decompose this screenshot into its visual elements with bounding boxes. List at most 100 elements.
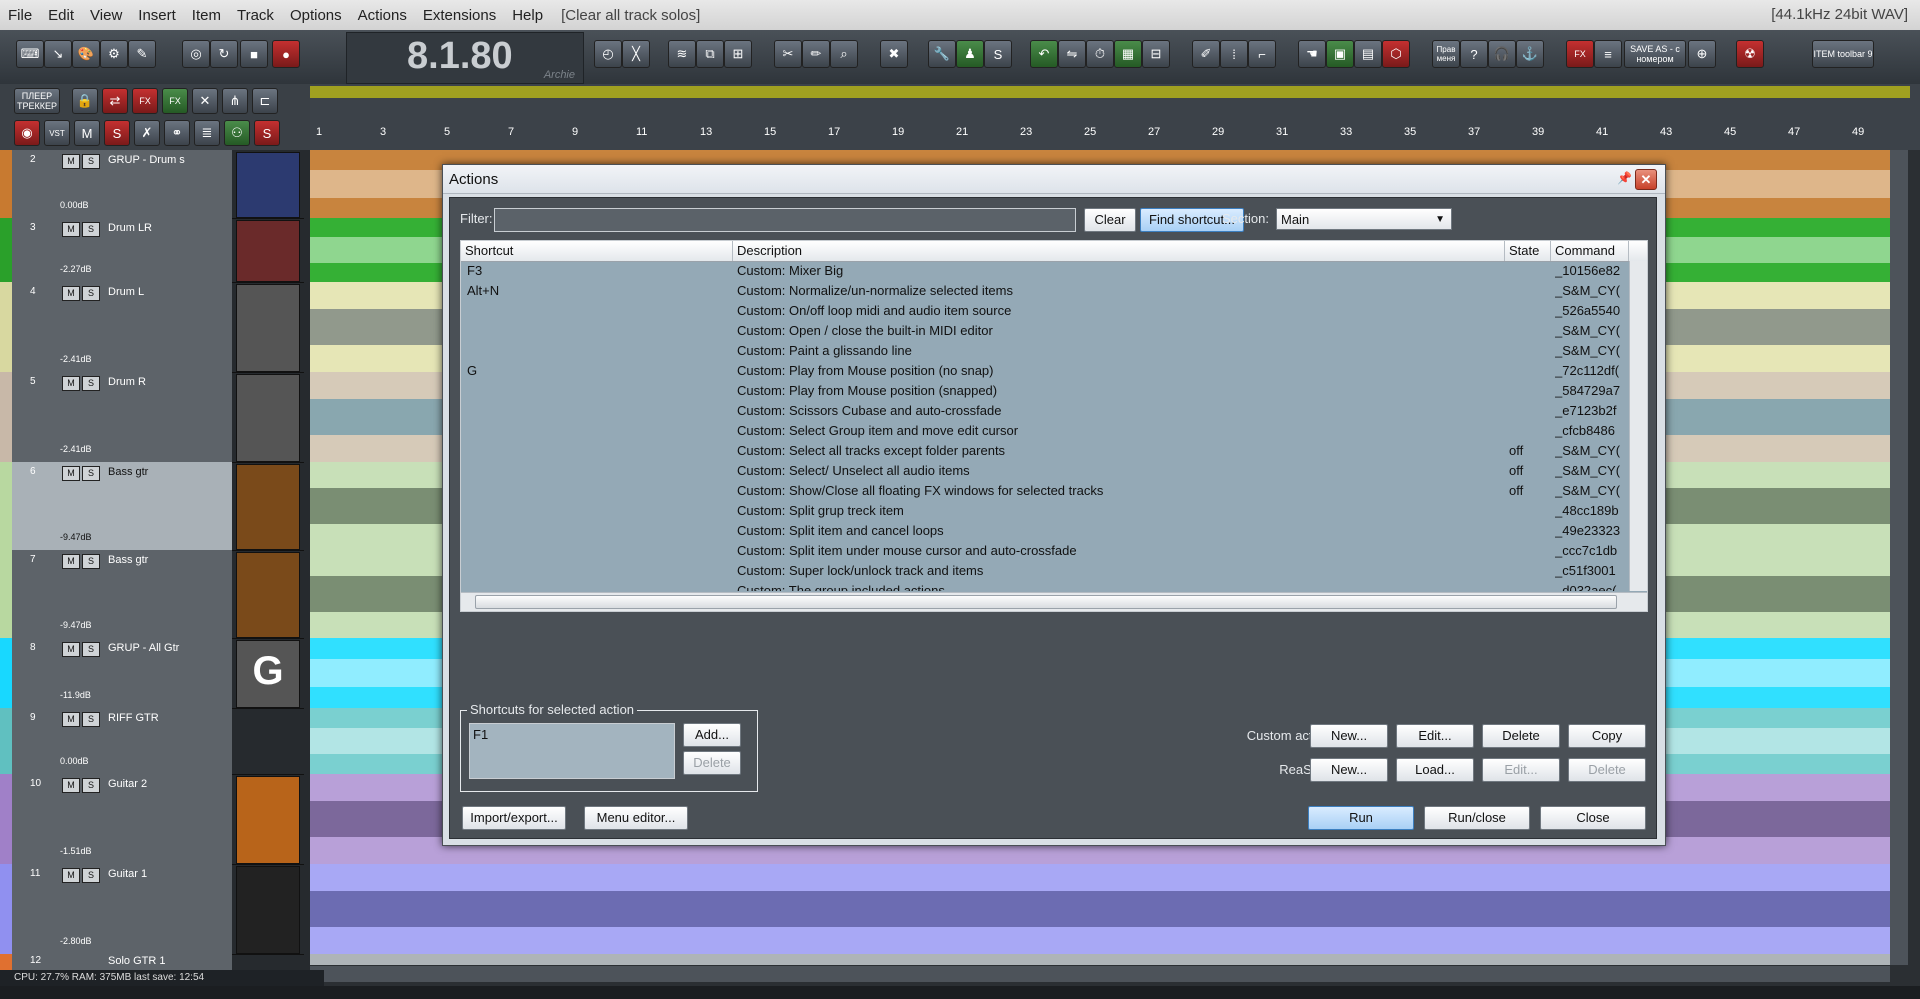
mute-button[interactable]: M bbox=[62, 466, 80, 481]
action-row[interactable]: Custom: Play from Mouse position (snappe… bbox=[461, 381, 1629, 401]
action-row[interactable]: Custom: Select/ Unselect all audio items… bbox=[461, 461, 1629, 481]
brush-icon[interactable]: ✐ bbox=[1192, 40, 1220, 68]
fx-bypass-icon[interactable]: FX bbox=[1566, 40, 1594, 68]
action-row[interactable]: Custom: Split grup treck item _48cc189b bbox=[461, 501, 1629, 521]
track-header[interactable]: 4 M S Drum L -2.41dB bbox=[0, 282, 304, 373]
column-state[interactable]: State bbox=[1505, 241, 1551, 261]
track-name[interactable]: GRUP - Drum s bbox=[108, 154, 198, 166]
pencil-icon[interactable]: ✏ bbox=[802, 40, 830, 68]
track-header[interactable]: 2 M S GRUP - Drum s 0.00dB bbox=[0, 150, 304, 219]
route-icon[interactable]: ↘ bbox=[44, 40, 72, 68]
cross-icon[interactable]: ✕ bbox=[192, 88, 218, 114]
solo-button[interactable]: S bbox=[82, 376, 100, 391]
mute-cross-icon[interactable]: ✗ bbox=[134, 120, 160, 146]
palette-icon[interactable]: 🎨 bbox=[72, 40, 100, 68]
track-name[interactable]: Guitar 1 bbox=[108, 868, 198, 880]
column-command[interactable]: Command bbox=[1551, 241, 1629, 261]
solo-button[interactable]: S bbox=[82, 642, 100, 657]
track-header[interactable]: 12 Solo GTR 1 bbox=[0, 954, 304, 971]
track-name[interactable]: Bass gtr bbox=[108, 554, 198, 566]
filter-input[interactable] bbox=[494, 208, 1076, 232]
action-row[interactable]: F3 Custom: Mixer Big _10156e82 bbox=[461, 261, 1629, 281]
metronome-icon[interactable]: ◴ bbox=[594, 40, 622, 68]
action-row[interactable]: Custom: Show/Close all floating FX windo… bbox=[461, 481, 1629, 501]
marker-icon[interactable]: ⊟ bbox=[1142, 40, 1170, 68]
solo-button[interactable]: S bbox=[82, 286, 100, 301]
menu-insert[interactable]: Insert bbox=[130, 7, 184, 24]
wrench-tool-icon[interactable]: 🔧 bbox=[928, 40, 956, 68]
action-row[interactable]: Custom: Split item and cancel loops _49e2… bbox=[461, 521, 1629, 541]
mute-button[interactable]: M bbox=[62, 286, 80, 301]
env-icon[interactable]: ≣ bbox=[194, 120, 220, 146]
track-name[interactable]: Solo GTR 1 bbox=[108, 955, 198, 967]
loop-strip[interactable] bbox=[310, 86, 1910, 98]
solo-button[interactable]: S bbox=[82, 868, 100, 883]
ripple-icon[interactable]: ≋ bbox=[668, 40, 696, 68]
render-icon[interactable]: ⊕ bbox=[1688, 40, 1716, 68]
player-tracker-button[interactable]: ПЛЕЕР ТРЕККЕР bbox=[14, 88, 60, 114]
action-row[interactable]: Alt+N Custom: Normalize/un-normalize sele… bbox=[461, 281, 1629, 301]
glue-icon[interactable]: ⧉ bbox=[696, 40, 724, 68]
dots-grid-icon[interactable]: ⁞ bbox=[1220, 40, 1248, 68]
midi-icon[interactable]: M bbox=[74, 120, 100, 146]
solo-button[interactable]: S bbox=[82, 554, 100, 569]
action-row[interactable]: Custom: On/off loop midi and audio item … bbox=[461, 301, 1629, 321]
shortcut-entry[interactable]: F1 bbox=[473, 727, 488, 742]
item-toolbar-button[interactable]: ITEM toolbar 9 bbox=[1812, 40, 1874, 68]
drum-icon[interactable]: ◎ bbox=[182, 40, 210, 68]
mute-button[interactable]: M bbox=[62, 222, 80, 237]
column-description[interactable]: Description bbox=[733, 241, 1505, 261]
arrange-horizontal-scrollbar[interactable] bbox=[310, 966, 1890, 982]
custom-delete-button[interactable]: Delete bbox=[1482, 724, 1560, 748]
clear-solos-menu[interactable]: [Clear all track solos] bbox=[551, 7, 710, 24]
vsti-icon[interactable]: VST bbox=[44, 120, 70, 146]
fx-icon[interactable]: FX bbox=[132, 88, 158, 114]
mute-button[interactable]: M bbox=[62, 554, 80, 569]
menu-options[interactable]: Options bbox=[282, 7, 350, 24]
scroll-thumb[interactable] bbox=[475, 595, 1617, 609]
reascript-delete-button[interactable]: Delete bbox=[1568, 758, 1646, 782]
reascript-new-button[interactable]: New... bbox=[1310, 758, 1388, 782]
grid-icon[interactable]: ╳ bbox=[622, 40, 650, 68]
shortcut-list[interactable]: F1 bbox=[469, 723, 675, 779]
anchor-icon[interactable]: ⚓ bbox=[1516, 40, 1544, 68]
save-as-button[interactable]: SAVE AS - с номером bbox=[1624, 40, 1686, 68]
fx-green-icon[interactable]: FX bbox=[162, 88, 188, 114]
menu-track[interactable]: Track bbox=[229, 7, 282, 24]
solo-button[interactable]: S bbox=[82, 154, 100, 169]
run-close-button[interactable]: Run/close bbox=[1424, 806, 1530, 830]
column-shortcut[interactable]: Shortcut bbox=[461, 241, 733, 261]
close-button[interactable]: Close bbox=[1540, 806, 1646, 830]
link-icon[interactable]: ⚭ bbox=[164, 120, 190, 146]
wrench-icon[interactable]: ✎ bbox=[128, 40, 156, 68]
menu-editor-button[interactable]: Menu editor... bbox=[584, 806, 688, 830]
actions-list[interactable]: Shortcut Description State Command F3 Cus… bbox=[460, 240, 1648, 612]
menu-edit[interactable]: Edit bbox=[40, 7, 82, 24]
tools-icon[interactable]: ⚙ bbox=[100, 40, 128, 68]
sws-icon[interactable]: S bbox=[984, 40, 1012, 68]
menu-item[interactable]: Item bbox=[184, 7, 229, 24]
region-icon[interactable]: ▦ bbox=[1114, 40, 1142, 68]
mute-button[interactable]: M bbox=[62, 642, 80, 657]
track-name[interactable]: Guitar 2 bbox=[108, 778, 198, 790]
figure-icon[interactable]: ♟ bbox=[956, 40, 984, 68]
menu-help[interactable]: Help bbox=[504, 7, 551, 24]
mute-button[interactable]: M bbox=[62, 778, 80, 793]
route-red-icon[interactable]: ⇄ bbox=[102, 88, 128, 114]
track-header[interactable]: 6 M S Bass gtr -9.47dB bbox=[0, 462, 304, 551]
track-header[interactable]: 10 M S Guitar 2 -1.51dB bbox=[0, 774, 304, 865]
timer-icon[interactable]: ⏱ bbox=[1086, 40, 1114, 68]
menu-view[interactable]: View bbox=[82, 7, 130, 24]
action-row[interactable]: G Custom: Play from Mouse position (no sn… bbox=[461, 361, 1629, 381]
arrange-vertical-scrollbar[interactable] bbox=[1890, 150, 1908, 965]
action-row[interactable]: Custom: Super lock/unlock track and item… bbox=[461, 561, 1629, 581]
help-icon[interactable]: ? bbox=[1460, 40, 1488, 68]
action-row[interactable]: Custom: Select Group item and move edit … bbox=[461, 421, 1629, 441]
insert-icon[interactable]: ⊏ bbox=[252, 88, 278, 114]
solo-button[interactable]: S bbox=[82, 778, 100, 793]
solo-button[interactable]: S bbox=[82, 712, 100, 727]
action-row[interactable]: Custom: Open / close the built-in MIDI e… bbox=[461, 321, 1629, 341]
mute-button[interactable]: M bbox=[62, 376, 80, 391]
group-icon[interactable]: ⊞ bbox=[724, 40, 752, 68]
custom-edit-button[interactable]: Edit... bbox=[1396, 724, 1474, 748]
